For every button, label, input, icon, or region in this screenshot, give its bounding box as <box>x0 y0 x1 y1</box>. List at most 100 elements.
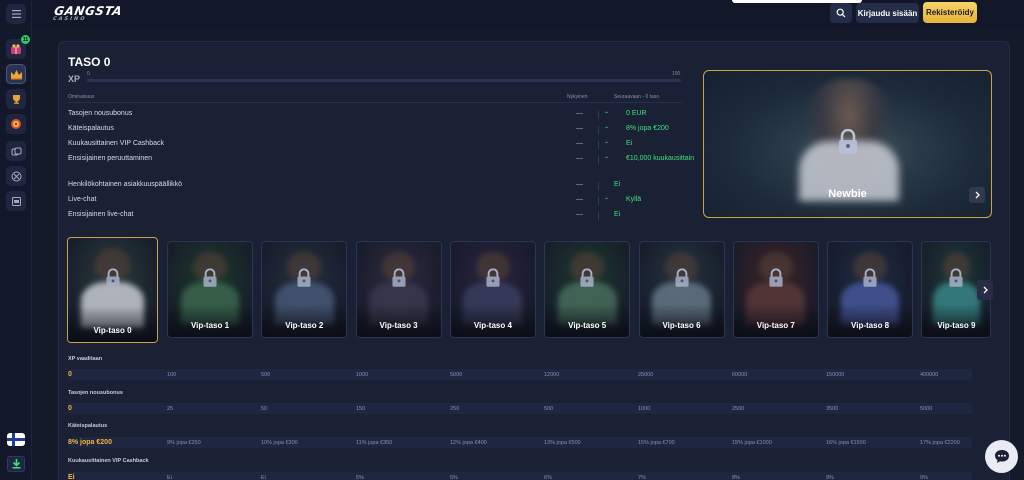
benefit-label: Henkilökohtainen asiakkuuspäällikkö <box>68 181 183 188</box>
vip-level-card[interactable]: Vip-taso 2 <box>261 241 348 338</box>
vip-level-name: Vip-taso 6 <box>662 321 701 330</box>
requirement-cell: 12000 <box>544 371 560 378</box>
sidebar: 11 <box>0 0 32 480</box>
benefit-current: — <box>576 110 583 117</box>
requirement-cell: 5000 <box>450 371 463 378</box>
benefit-next-value: Ei <box>614 181 621 188</box>
roulette-icon[interactable] <box>6 166 26 186</box>
lock-icon <box>486 268 500 287</box>
carousel-next-button[interactable] <box>977 280 993 300</box>
vip-level-name: Vip-taso 0 <box>93 326 132 335</box>
vip-level-name: Vip-taso 8 <box>851 321 890 330</box>
requirement-title: Tasojen nousubonus <box>68 390 123 396</box>
search-button[interactable] <box>830 3 852 23</box>
benefit-separator <box>598 126 599 134</box>
requirement-cell: Ei <box>68 473 75 480</box>
wheel-icon[interactable] <box>6 114 26 134</box>
vip-level-card[interactable]: Vip-taso 3 <box>355 241 442 338</box>
vip-level-name: Vip-taso 4 <box>473 321 512 330</box>
featured-level-card[interactable]: Newbie <box>703 70 992 218</box>
requirement-cell: 50 <box>261 405 268 412</box>
benefit-current: — <box>576 125 583 132</box>
benefit-next-value: Ei <box>626 140 633 147</box>
benefit-current: — <box>576 181 583 188</box>
lock-icon <box>674 268 689 287</box>
requirement-row: 0 25 50 150 250 500 1000 2500 3500 5000 <box>68 403 972 414</box>
slot-icon[interactable] <box>6 191 26 211</box>
vip-level-card[interactable]: Vip-taso 5 <box>544 241 631 338</box>
login-button[interactable]: Kirjaudu sisään <box>856 3 919 23</box>
benefit-separator <box>598 212 599 220</box>
logo[interactable]: GANGSTA CASINO <box>52 4 123 22</box>
vip-level-name: Vip-taso 1 <box>190 321 230 330</box>
vip-level-card[interactable]: Vip-taso 6 <box>638 241 725 338</box>
vip-level-name: Vip-taso 2 <box>285 321 324 330</box>
crown-icon[interactable] <box>6 64 26 84</box>
vip-level-card[interactable]: Vip-taso 7 <box>732 241 819 338</box>
lock-icon <box>392 268 406 287</box>
vip-level-card[interactable]: Vip-taso 8 <box>827 241 914 338</box>
benefit-current: — <box>576 211 583 218</box>
requirement-cell: 500 <box>544 405 554 412</box>
finland-flag-icon[interactable] <box>7 433 25 446</box>
benefit-label: Käteispalautus <box>68 125 114 132</box>
requirement-cell: 5% <box>450 474 458 480</box>
benefit-next-value: €10,000 kuukausittain <box>626 155 695 162</box>
benefit-label: Ensisijainen live-chat <box>68 211 134 218</box>
benefit-separator <box>598 156 599 164</box>
requirement-cell: 11% jopa €350 <box>356 439 393 446</box>
vip-level-name: Vip-taso 3 <box>379 321 418 330</box>
requirement-cell: 5% <box>356 474 364 480</box>
requirement-cell: 13% jopa €500 <box>544 439 581 446</box>
requirement-cell: 0 <box>68 370 72 378</box>
benefit-current: — <box>576 155 583 162</box>
requirement-cell: 6% <box>544 474 552 480</box>
requirement-row: Ei Ei Ei 5% 5% 6% 7% 8% 9% 9% <box>68 472 972 480</box>
featured-next-button[interactable] <box>969 187 985 203</box>
lock-icon <box>863 268 877 287</box>
requirement-title: Kuukausittainen VIP Cashback <box>68 458 149 464</box>
arrow-up-icon: ⌃ <box>604 142 610 148</box>
benefit-label: Tasojen nousubonus <box>68 110 133 117</box>
card-shade <box>68 305 157 342</box>
requirement-cell: 16% jopa €1500 <box>826 439 866 446</box>
requirement-cell: 8% <box>732 474 740 480</box>
requirement-cell: 150 <box>356 405 366 412</box>
vip-level-card[interactable]: Vip-taso 0 <box>67 237 158 343</box>
requirement-cell: 60000 <box>732 371 748 378</box>
benefit-divider <box>68 102 683 103</box>
vip-level-card[interactable]: Vip-taso 4 <box>449 241 536 338</box>
notification-badge: 11 <box>21 35 30 44</box>
download-icon[interactable] <box>7 456 25 472</box>
requirement-cell: 0 <box>68 404 72 412</box>
gift-icon[interactable]: 11 <box>6 35 30 59</box>
benefit-separator <box>598 141 599 149</box>
vip-level-card[interactable]: Vip-taso 1 <box>167 241 253 338</box>
xp-progress-bar <box>87 79 681 82</box>
menu-icon[interactable] <box>6 4 26 24</box>
chat-button[interactable] <box>985 440 1018 473</box>
register-button[interactable]: Rekisteröidy <box>923 2 977 23</box>
benefit-next-value: Ei <box>614 211 621 218</box>
requirement-title: XP vaaditaan <box>68 356 103 362</box>
chat-icon <box>994 450 1009 463</box>
requirement-cell: 400000 <box>920 371 939 378</box>
lock-icon <box>203 268 217 287</box>
benefit-label: Kuukausittainen VIP Cashback <box>68 140 164 147</box>
vip-level-name: Vip-taso 7 <box>756 321 795 330</box>
requirement-cell: 10% jopa €300 <box>261 439 298 446</box>
requirement-cell: 25 <box>167 405 174 412</box>
requirement-cell: 15% jopa €700 <box>638 439 675 446</box>
lock-icon <box>297 268 311 287</box>
benefit-header-next: Seuraavaan - 0 taso <box>614 94 660 100</box>
benefit-next-value: Kyllä <box>626 196 642 203</box>
chips-icon[interactable] <box>6 141 26 161</box>
requirement-cell: 25000 <box>638 371 654 378</box>
chevron-right-icon <box>983 286 988 294</box>
trophy-icon[interactable] <box>6 89 26 109</box>
benefit-separator <box>598 182 599 190</box>
requirement-cell: 9% <box>826 474 834 480</box>
requirement-cell: 15% jopa €1000 <box>732 439 772 446</box>
benefit-header-property: Ominaisuus <box>68 94 95 100</box>
lock-icon <box>105 268 120 287</box>
